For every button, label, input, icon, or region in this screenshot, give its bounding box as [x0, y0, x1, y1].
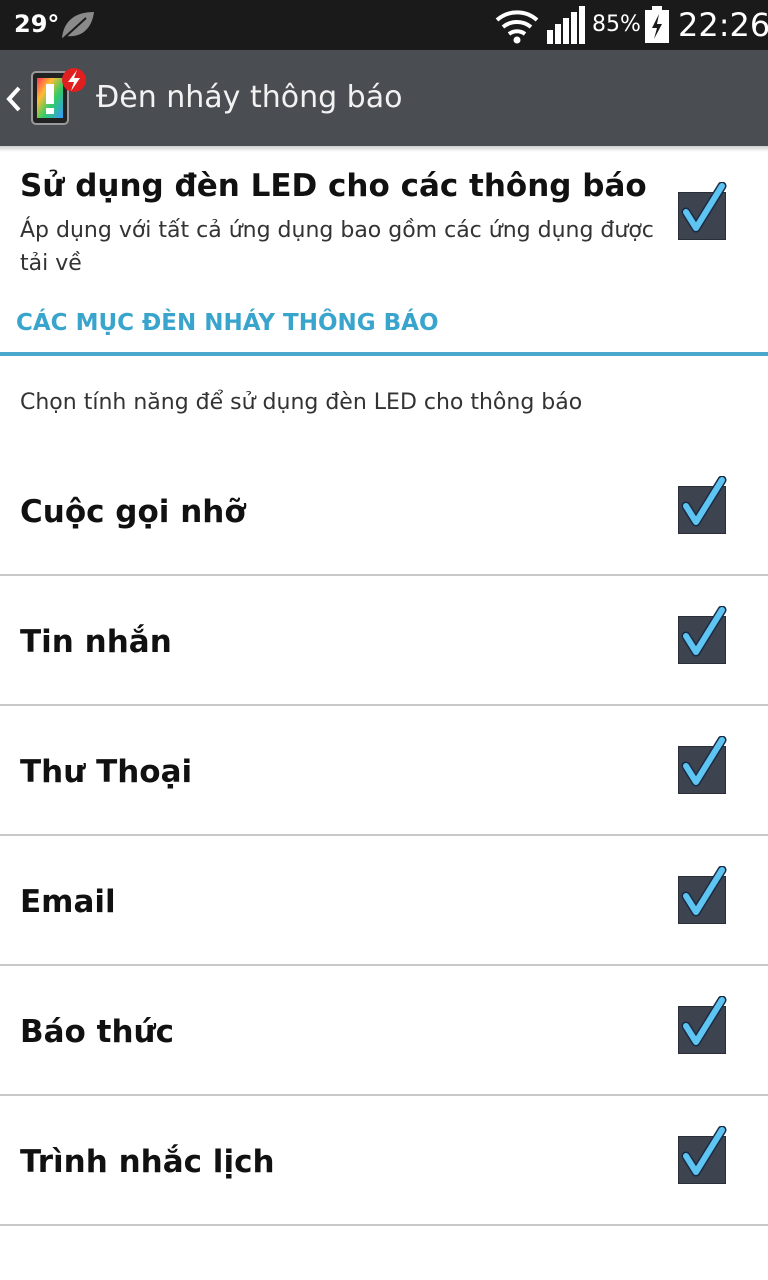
- category-description: Chọn tính năng để sử dụng đèn LED cho th…: [20, 390, 583, 415]
- back-chevron-icon: [6, 86, 21, 112]
- list-item-label: Trình nhắc lịch: [20, 1144, 275, 1180]
- checkmark-icon: [681, 1126, 727, 1177]
- list-item-email[interactable]: Email: [0, 836, 768, 966]
- checkmark-icon: [681, 866, 727, 917]
- divider: [0, 1224, 768, 1226]
- status-bar: 29° 85% 22:26: [0, 0, 768, 50]
- list-item-label: Báo thức: [20, 1014, 174, 1050]
- checkmark-icon: [681, 606, 727, 657]
- list-item-calendar-reminder[interactable]: Trình nhắc lịch: [0, 1096, 768, 1226]
- list-item-label: Thư Thoại: [20, 754, 193, 790]
- notification-flash-app-icon: [31, 68, 86, 125]
- list-item-voicemail[interactable]: Thư Thoại: [0, 706, 768, 836]
- list-item-messages[interactable]: Tin nhắn: [0, 576, 768, 706]
- list-item-label: Cuộc gọi nhỡ: [20, 494, 246, 530]
- action-bar: Đèn nháy thông báo: [0, 50, 768, 146]
- temperature-text: 29°: [14, 10, 60, 38]
- messages-checkbox[interactable]: [670, 606, 732, 668]
- led-master-title: Sử dụng đèn LED cho các thông báo: [20, 168, 647, 204]
- checkmark-icon: [681, 736, 727, 787]
- calendar-reminder-checkbox[interactable]: [670, 1126, 732, 1188]
- battery-percent-text: 85%: [592, 12, 641, 37]
- list-item-alarm[interactable]: Báo thức: [0, 966, 768, 1096]
- category-divider: [0, 352, 768, 356]
- list-item-label: Email: [20, 884, 116, 920]
- checkmark-icon: [681, 996, 727, 1047]
- led-master-checkbox[interactable]: [670, 182, 732, 244]
- page-title: Đèn nháy thông báo: [96, 80, 403, 115]
- category-header: CÁC MỤC ĐÈN NHÁY THÔNG BÁO: [16, 310, 439, 336]
- missed-calls-checkbox[interactable]: [670, 476, 732, 538]
- led-master-setting-row[interactable]: Sử dụng đèn LED cho các thông báo Áp dụn…: [0, 152, 768, 288]
- leaf-icon: [62, 12, 94, 39]
- list-item-label: Tin nhắn: [20, 624, 172, 660]
- signal-icon: [547, 6, 585, 44]
- wifi-icon: [495, 10, 539, 44]
- alarm-checkbox[interactable]: [670, 996, 732, 1058]
- battery-charging-icon: [645, 6, 669, 43]
- clock-text: 22:26: [678, 6, 768, 44]
- checkmark-icon: [681, 476, 727, 527]
- checkmark-icon: [681, 182, 727, 233]
- list-item-missed-calls[interactable]: Cuộc gọi nhỡ: [0, 446, 768, 576]
- back-button[interactable]: [0, 50, 90, 146]
- email-checkbox[interactable]: [670, 866, 732, 928]
- led-master-summary: Áp dụng với tất cả ứng dụng bao gồm các …: [20, 218, 654, 276]
- voicemail-checkbox[interactable]: [670, 736, 732, 798]
